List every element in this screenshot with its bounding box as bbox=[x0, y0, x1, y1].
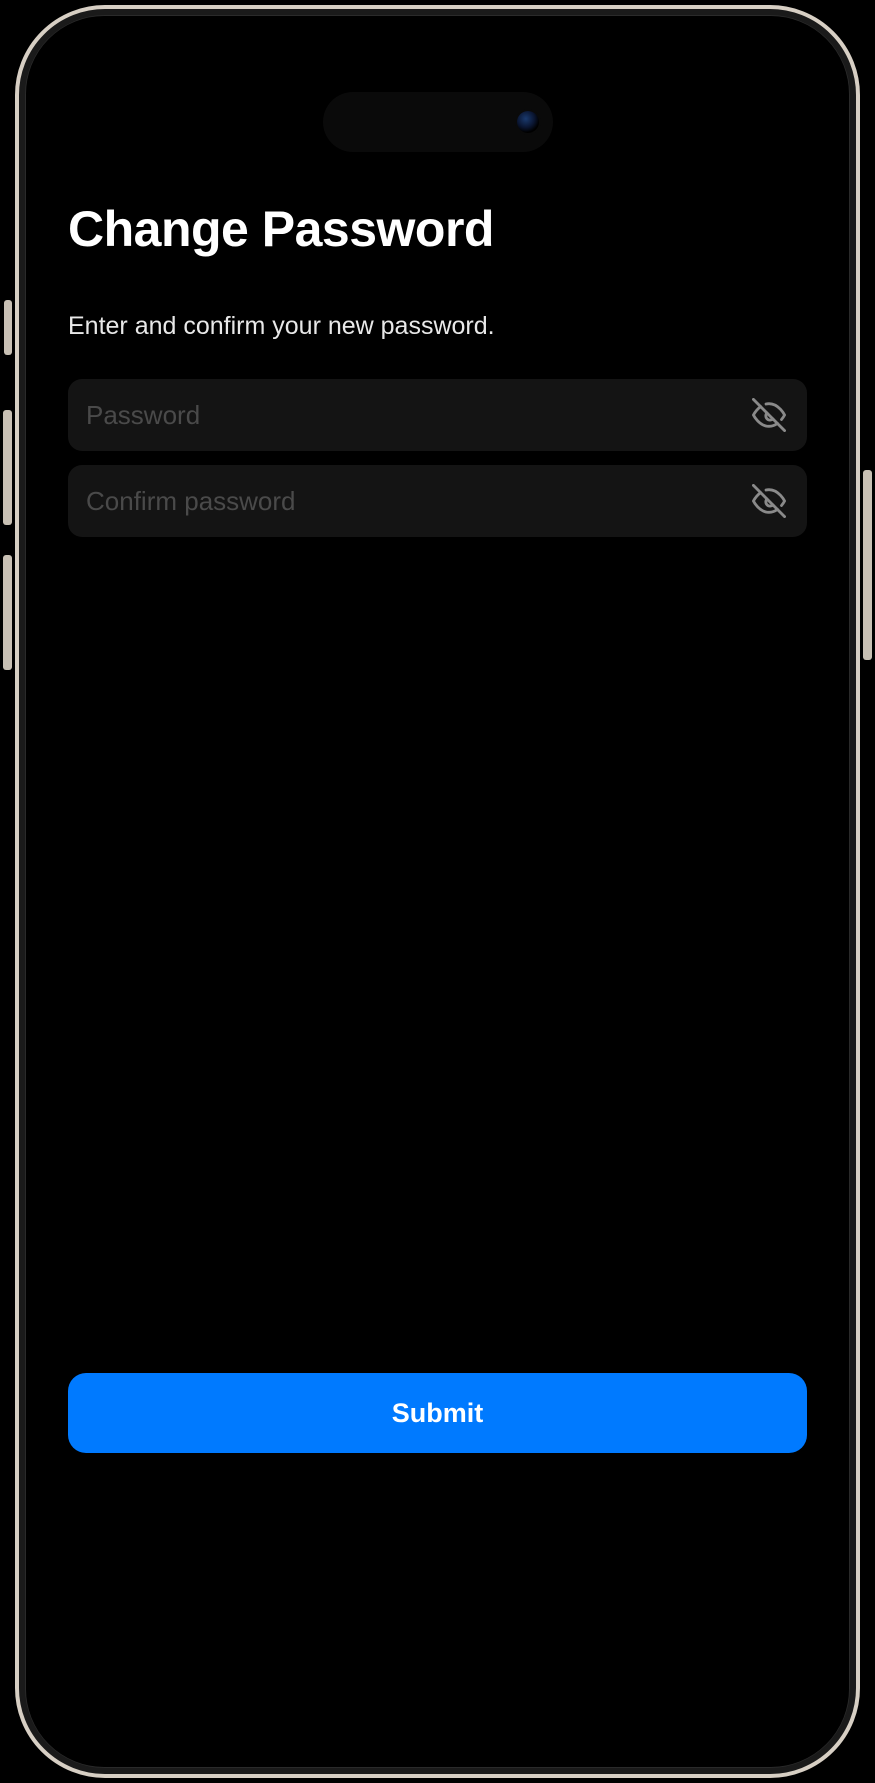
confirm-password-input[interactable] bbox=[86, 486, 749, 517]
eye-slash-icon bbox=[752, 398, 786, 432]
page-subtitle: Enter and confirm your new password. bbox=[68, 312, 807, 341]
page-title: Change Password bbox=[68, 200, 807, 258]
mute-switch[interactable] bbox=[4, 300, 12, 355]
power-button[interactable] bbox=[863, 470, 872, 660]
front-camera bbox=[517, 111, 539, 133]
password-field-wrap bbox=[68, 379, 807, 451]
toggle-confirm-password-visibility-button[interactable] bbox=[749, 481, 789, 521]
confirm-password-field-wrap bbox=[68, 465, 807, 537]
dynamic-island bbox=[323, 92, 553, 152]
screen: Change Password Enter and confirm your n… bbox=[40, 30, 835, 1753]
password-input[interactable] bbox=[86, 400, 749, 431]
spacer bbox=[68, 551, 807, 1373]
eye-slash-icon bbox=[752, 484, 786, 518]
toggle-password-visibility-button[interactable] bbox=[749, 395, 789, 435]
volume-up-button[interactable] bbox=[3, 410, 12, 525]
volume-down-button[interactable] bbox=[3, 555, 12, 670]
submit-button[interactable]: Submit bbox=[68, 1373, 807, 1453]
